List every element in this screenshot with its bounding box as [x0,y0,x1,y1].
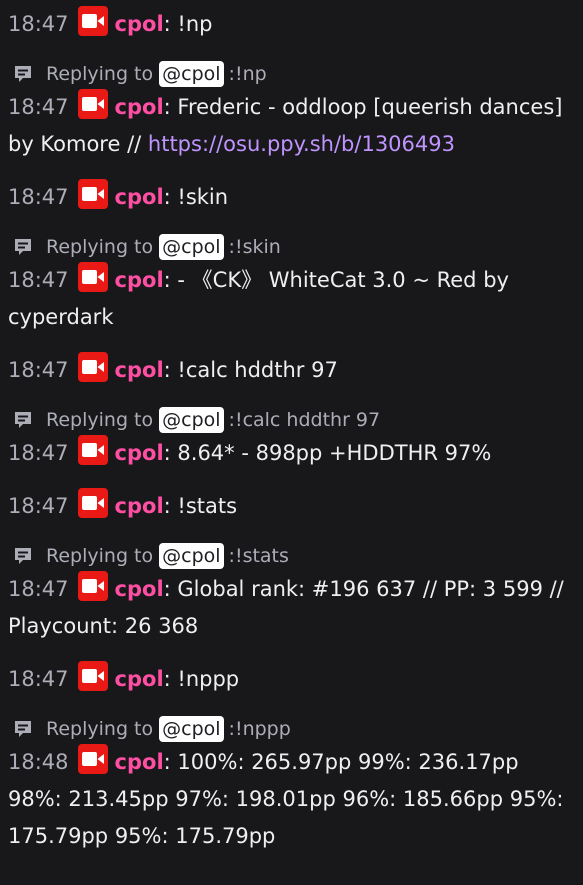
message-colon: : [163,750,171,774]
broadcaster-camera-icon [81,270,104,284]
broadcaster-badge[interactable] [77,488,108,518]
broadcaster-badge[interactable] [77,179,108,209]
chat-message: 18:47 cpol: !nppp [8,661,575,698]
reply-mention[interactable]: @cpol [159,61,224,87]
message-text: !nppp [177,667,240,691]
reply-context[interactable]: Replying to @cpol :!np [8,59,575,89]
reply-mention[interactable]: @cpol [159,407,224,433]
message-colon: : [163,268,171,292]
message-timestamp: 18:47 [8,441,69,465]
reply-label: Replying to [46,409,154,431]
reply-text: :!calc hddthr 97 [228,409,381,431]
message-colon: : [163,95,171,119]
broadcaster-camera-icon [81,496,104,510]
reply-mention[interactable]: @cpol [159,543,224,569]
message-text: !calc hddthr 97 [177,358,338,382]
reply-context[interactable]: Replying to @cpol :!stats [8,541,575,571]
message-username[interactable]: cpol [115,95,164,119]
message-timestamp: 18:47 [8,95,69,119]
message-username[interactable]: cpol [115,441,164,465]
reply-text: :!np [228,63,267,85]
message-text: !stats [177,494,238,518]
reply-label: Replying to [46,545,154,567]
chat-message: 18:47 cpol: - 《CK》 WhiteCat 3.0 ~ Red by… [8,262,575,336]
broadcaster-camera-icon [81,360,104,374]
message-username[interactable]: cpol [115,185,164,209]
message-timestamp: 18:47 [8,268,69,292]
reply-context[interactable]: Replying to @cpol :!calc hddthr 97 [8,405,575,435]
chat-message-list: 18:47 cpol: !np Replying to @cpol :!np 1… [0,0,583,855]
message-colon: : [163,185,171,209]
message-username[interactable]: cpol [115,494,164,518]
message-username[interactable]: cpol [115,667,164,691]
broadcaster-camera-icon [81,97,104,111]
chat-message: 18:47 cpol: Global rank: #196 637 // PP:… [8,571,575,645]
reply-chat-icon [10,407,36,433]
broadcaster-badge[interactable] [77,262,108,292]
chat-message: 18:47 cpol: !np [8,6,575,43]
message-timestamp: 18:47 [8,494,69,518]
message-username[interactable]: cpol [115,358,164,382]
message-username[interactable]: cpol [115,12,164,36]
message-timestamp: 18:47 [8,12,69,36]
message-link[interactable]: https://osu.ppy.sh/b/1306493 [148,132,455,156]
broadcaster-camera-icon [81,443,104,457]
reply-chat-icon [10,61,36,87]
broadcaster-camera-icon [81,187,104,201]
message-timestamp: 18:47 [8,358,69,382]
message-username[interactable]: cpol [115,268,164,292]
reply-text: :!skin [228,236,281,258]
broadcaster-badge[interactable] [77,6,108,36]
message-username[interactable]: cpol [115,577,164,601]
broadcaster-camera-icon [81,14,104,28]
chat-message: 18:47 cpol: !calc hddthr 97 [8,352,575,389]
message-colon: : [163,667,171,691]
reply-chat-icon [10,543,36,569]
message-timestamp: 18:47 [8,577,69,601]
reply-text: :!stats [228,545,289,567]
broadcaster-badge[interactable] [77,571,108,601]
chat-message: 18:48 cpol: 100%: 265.97pp 99%: 236.17pp… [8,744,575,855]
message-colon: : [163,358,171,382]
broadcaster-badge[interactable] [77,435,108,465]
reply-label: Replying to [46,718,154,740]
chat-message: 18:47 cpol: !stats [8,488,575,525]
chat-message: 18:47 cpol: 8.64* - 898pp +HDDTHR 97% [8,435,575,472]
reply-context[interactable]: Replying to @cpol :!skin [8,232,575,262]
broadcaster-badge[interactable] [77,661,108,691]
chat-message: 18:47 cpol: !skin [8,179,575,216]
message-text: !skin [177,185,229,209]
reply-mention[interactable]: @cpol [159,716,224,742]
message-colon: : [163,494,171,518]
reply-label: Replying to [46,63,154,85]
message-username[interactable]: cpol [115,750,164,774]
broadcaster-badge[interactable] [77,744,108,774]
message-colon: : [163,12,171,36]
message-text: 8.64* - 898pp +HDDTHR 97% [177,441,492,465]
reply-context[interactable]: Replying to @cpol :!nppp [8,714,575,744]
broadcaster-badge[interactable] [77,89,108,119]
reply-text: :!nppp [228,718,291,740]
broadcaster-badge[interactable] [77,352,108,382]
message-colon: : [163,577,171,601]
broadcaster-camera-icon [81,752,104,766]
broadcaster-camera-icon [81,579,104,593]
reply-label: Replying to [46,236,154,258]
message-text: !np [177,12,213,36]
reply-chat-icon [10,716,36,742]
message-timestamp: 18:47 [8,667,69,691]
message-colon: : [163,441,171,465]
reply-mention[interactable]: @cpol [159,234,224,260]
message-timestamp: 18:47 [8,185,69,209]
broadcaster-camera-icon [81,669,104,683]
chat-message: 18:47 cpol: Frederic - oddloop [queerish… [8,89,575,163]
message-timestamp: 18:48 [8,750,69,774]
reply-chat-icon [10,234,36,260]
